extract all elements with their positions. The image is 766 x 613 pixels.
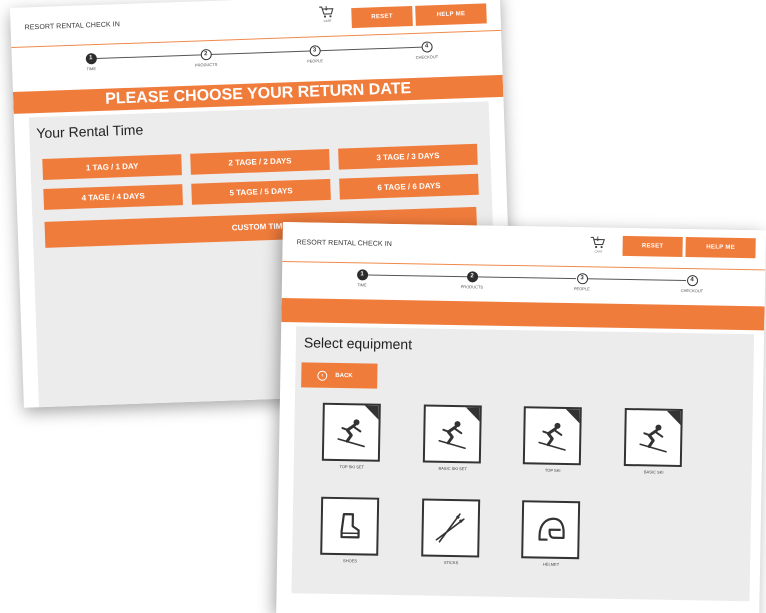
cart-label: CART [323,18,332,24]
step-people[interactable]: 3 PEOPLE [552,273,612,292]
step-number: 3 [308,45,321,57]
tile-frame [623,407,683,467]
tile-label: HELMET [542,561,560,567]
step-products[interactable]: 2 PRODUCTS [176,48,237,68]
help-me-button[interactable]: HELP ME [415,3,487,26]
step-products[interactable]: 2 PRODUCTS [442,271,502,290]
cart-button[interactable]: CART [318,5,337,30]
tile-label: TOP SKI SET [339,464,365,470]
step-label: PEOPLE [306,58,324,64]
step-label: TIME [86,66,97,72]
tile-frame [320,496,380,556]
step-checkout[interactable]: 4 CHECKOUT [662,275,722,294]
step-time[interactable]: 1 TIME [332,269,392,288]
equipment-tile-sticks[interactable]: STICKS [421,498,482,565]
step-number: 1 [356,269,368,281]
equipment-tile-top-ski[interactable]: TOP SKI [522,406,584,473]
equipment-tile-top-ski-set[interactable]: TOP SKI SET [321,402,383,470]
cart-button[interactable]: CART [589,235,607,259]
step-label: PRODUCTS [460,284,484,290]
skier-icon [337,419,365,448]
tile-frame [422,404,482,464]
step-people[interactable]: 3 PEOPLE [285,44,346,64]
skier-icon [538,422,566,451]
ski-poles-icon [435,513,465,543]
step-number: 1 [85,53,97,65]
app-title: RESORT RENTAL CHECK IN [296,239,392,248]
step-time[interactable]: 1 TIME [61,52,122,72]
ski-boot-icon [340,513,360,539]
duration-5-days-button[interactable]: 5 TAGE / 5 DAYS [191,178,331,205]
section-title: Select equipment [303,334,413,353]
screenshot-collage: RESORT RENTAL CHECK IN CART RESET HELP M… [0,0,766,613]
cart-icon [590,236,605,249]
step-label: CHECKOUT [680,287,704,294]
section-title: Your Rental Time [36,121,144,142]
step-number: 4 [686,275,698,287]
duration-1-day-button[interactable]: 1 TAG / 1 DAY [42,154,182,180]
step-number: 2 [200,49,212,61]
tile-label: BASIC SKI SET [438,465,467,472]
duration-3-days-button[interactable]: 3 TAGE / 3 DAYS [338,143,478,170]
skier-icon [639,424,667,453]
help-me-button[interactable]: HELP ME [685,237,756,259]
duration-2-days-button[interactable]: 2 TAGE / 2 DAYS [190,148,330,175]
tile-frame [321,402,381,462]
equipment-tile-basic-ski[interactable]: BASIC SKI [623,407,685,475]
duration-6-days-button[interactable]: 6 TAGE / 6 DAYS [339,173,479,200]
reset-button[interactable]: RESET [351,5,413,29]
duration-4-days-button[interactable]: 4 TAGE / 4 DAYS [43,184,183,210]
app-title: RESORT RENTAL CHECK IN [24,21,121,32]
cart-label: CART [594,249,603,254]
step-number: 4 [420,41,433,53]
step-label: CHECKOUT [415,54,439,60]
equipment-tile-shoes[interactable]: SHOES [320,496,381,564]
back-arrow-icon: ‹ [317,370,328,381]
reset-button[interactable]: RESET [622,235,683,257]
helmet-icon [538,517,565,541]
tile-label: SHOES [343,558,358,564]
select-equipment-screen: RESORT RENTAL CHECK IN CART RESET HELP M… [276,222,766,613]
tile-frame [421,498,481,558]
equipment-tile-helmet[interactable]: HELMET [521,500,582,567]
header-bar: RESORT RENTAL CHECK IN CART RESET HELP M… [282,222,766,271]
step-number: 2 [466,271,478,283]
back-button[interactable]: ‹ BACK [301,362,378,389]
step-checkout[interactable]: 4 CHECKOUT [396,40,457,60]
tile-frame [521,500,581,560]
skier-icon [438,421,466,450]
tile-label: STICKS [443,559,459,566]
tile-label: BASIC SKI [643,469,664,475]
back-label: BACK [335,372,353,379]
tile-label: TOP SKI [544,467,561,473]
equipment-tile-basic-ski-set[interactable]: BASIC SKI SET [422,404,484,472]
equipment-panel: Select equipment ‹ BACK TOP SKI SET BASI… [291,326,755,602]
step-label: PEOPLE [573,286,590,292]
tile-frame [522,406,582,466]
step-label: PRODUCTS [194,61,218,68]
step-label: TIME [357,282,367,288]
cart-icon [319,5,334,18]
step-number: 3 [576,273,588,285]
